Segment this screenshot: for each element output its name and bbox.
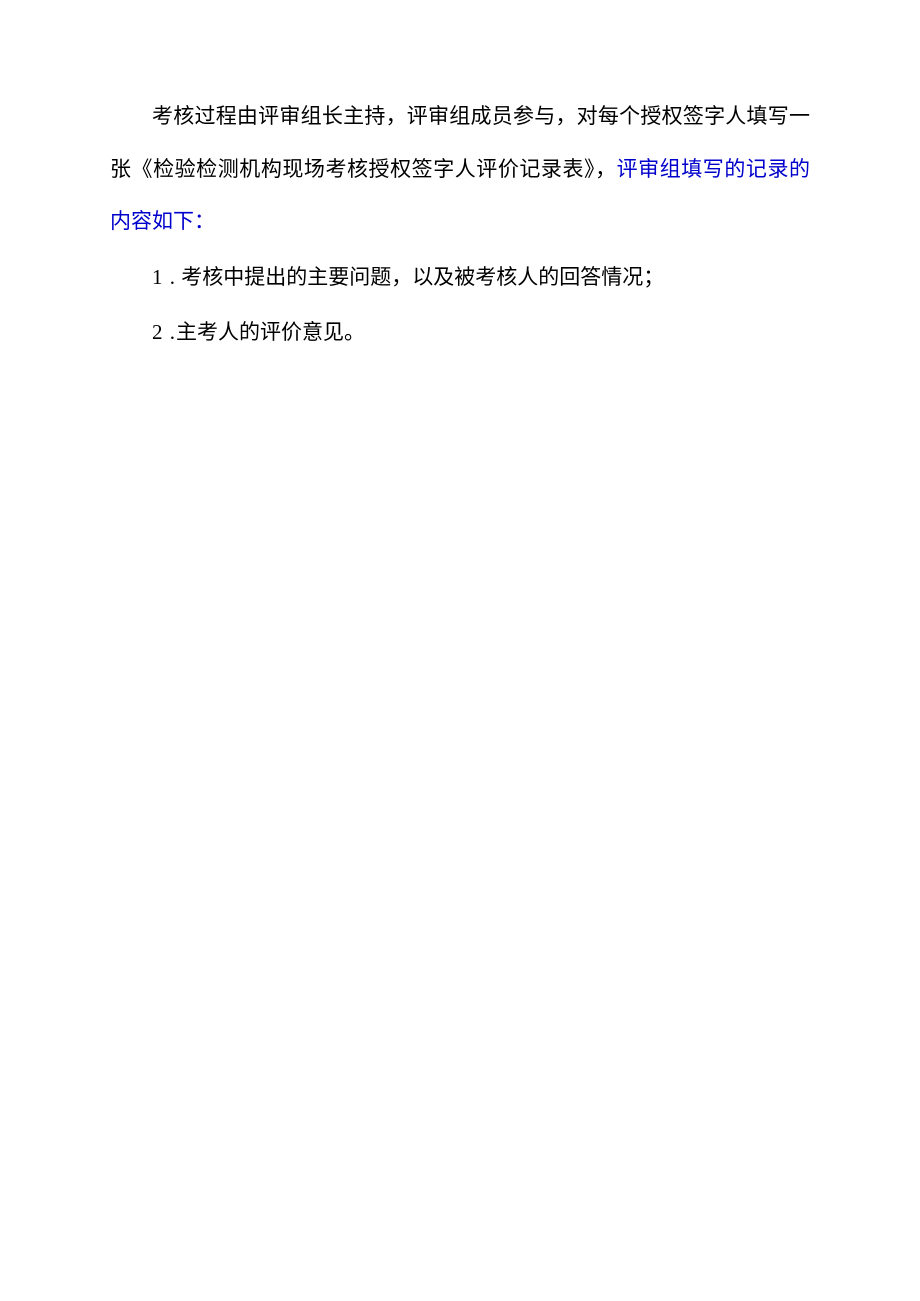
list-item-1: 1 . 考核中提出的主要问题，以及被考核人的回答情况；: [110, 251, 810, 304]
list-number-1: 1 .: [152, 265, 176, 289]
list-number-2: 2 .: [152, 320, 176, 344]
intro-paragraph: 考核过程由评审组长主持，评审组成员参与，对每个授权签字人填写一张《检验检测机构现…: [110, 90, 810, 248]
list-text-2: 主考人的评价意见。: [176, 320, 365, 344]
list-text-1: 考核中提出的主要问题，以及被考核人的回答情况；: [176, 265, 664, 289]
list-item-2: 2 .主考人的评价意见。: [110, 306, 810, 359]
